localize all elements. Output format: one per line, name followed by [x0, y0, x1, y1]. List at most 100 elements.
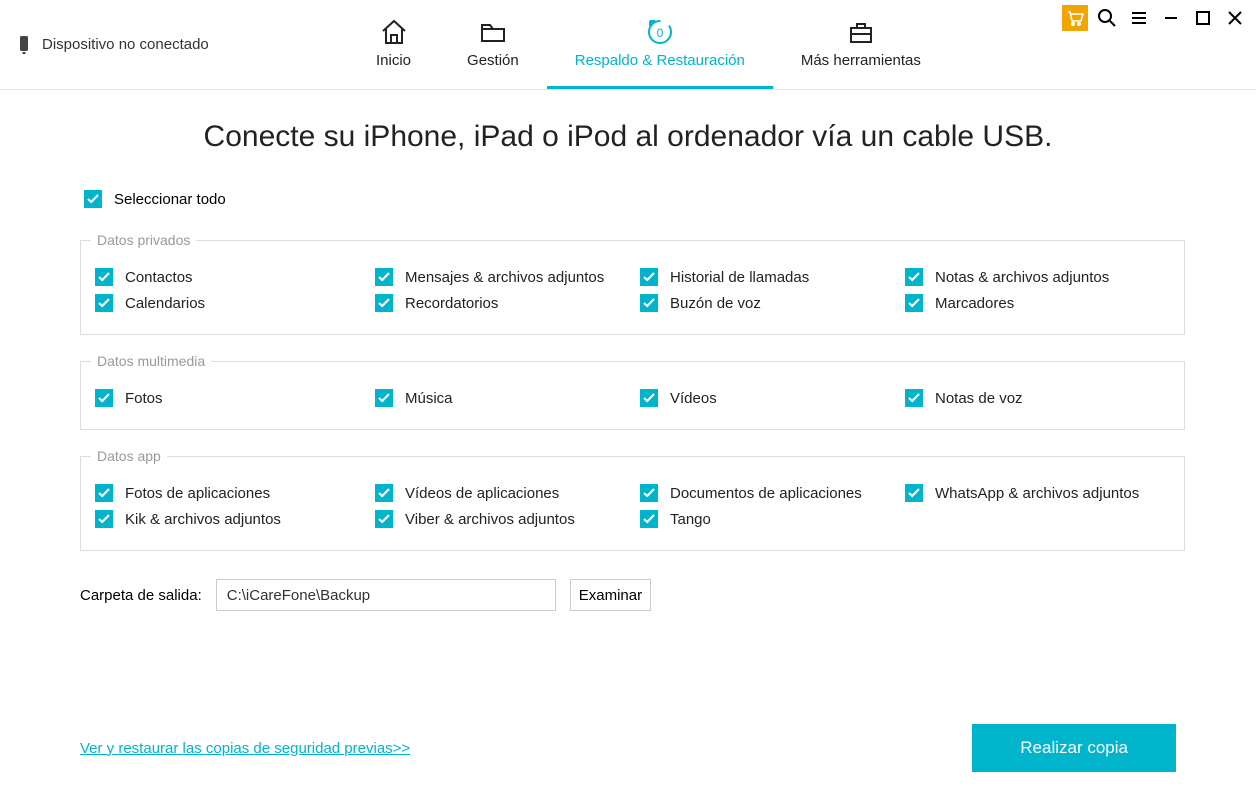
item-checkbox[interactable]	[640, 484, 658, 502]
item-checkbox[interactable]	[905, 268, 923, 286]
close-button[interactable]	[1222, 5, 1248, 31]
checkbox-item: Calendarios	[95, 294, 375, 312]
nav-tabs: Inicio Gestión 0 Respaldo & Restauración…	[348, 0, 949, 89]
group-private-legend: Datos privados	[91, 232, 196, 248]
folder-icon	[478, 18, 508, 46]
window-controls	[1062, 5, 1248, 31]
svg-text:0: 0	[656, 26, 663, 40]
device-status: Dispositivo no conectado	[18, 0, 348, 89]
checkbox-item: Historial de llamadas	[640, 268, 905, 286]
device-icon	[18, 35, 30, 55]
item-label: Recordatorios	[405, 295, 498, 312]
tab-manage-label: Gestión	[467, 52, 519, 69]
item-checkbox[interactable]	[375, 510, 393, 528]
checkbox-item: Mensajes & archivos adjuntos	[375, 268, 640, 286]
footer-row: Ver y restaurar las copias de seguridad …	[80, 724, 1176, 772]
item-label: Historial de llamadas	[670, 269, 809, 286]
checkbox-item: Marcadores	[905, 294, 1170, 312]
page-headline: Conecte su iPhone, iPad o iPod al ordena…	[80, 120, 1176, 154]
checkbox-item: Viber & archivos adjuntos	[375, 510, 640, 528]
item-checkbox[interactable]	[375, 268, 393, 286]
item-label: Contactos	[125, 269, 193, 286]
backup-icon: 0	[645, 18, 675, 46]
tab-manage[interactable]: Gestión	[439, 0, 547, 89]
item-label: Notas de voz	[935, 390, 1023, 407]
do-backup-button[interactable]: Realizar copia	[972, 724, 1176, 772]
minimize-button[interactable]	[1158, 5, 1184, 31]
tab-backup-restore[interactable]: 0 Respaldo & Restauración	[547, 0, 773, 89]
item-label: Fotos de aplicaciones	[125, 485, 270, 502]
search-button[interactable]	[1094, 5, 1120, 31]
checkbox-item: Recordatorios	[375, 294, 640, 312]
browse-button[interactable]: Examinar	[570, 579, 651, 611]
tab-tools[interactable]: Más herramientas	[773, 0, 949, 89]
device-status-text: Dispositivo no conectado	[42, 36, 209, 53]
item-checkbox[interactable]	[905, 484, 923, 502]
group-media: Datos multimedia Fotos Música Vídeos Notas …	[80, 353, 1185, 430]
item-label: Notas & archivos adjuntos	[935, 269, 1109, 286]
top-bar: Dispositivo no conectado Inicio Gestión …	[0, 0, 1256, 90]
item-label: Viber & archivos adjuntos	[405, 511, 575, 528]
content-area: Conecte su iPhone, iPad o iPod al ordena…	[0, 90, 1256, 800]
checkbox-item: WhatsApp & archivos adjuntos	[905, 484, 1170, 502]
checkbox-item: Vídeos	[640, 389, 905, 407]
item-label: Vídeos de aplicaciones	[405, 485, 559, 502]
output-row: Carpeta de salida: Examinar	[80, 579, 1176, 611]
checkbox-item: Buzón de voz	[640, 294, 905, 312]
item-label: Tango	[670, 511, 711, 528]
home-icon	[379, 18, 409, 46]
item-label: Fotos	[125, 390, 163, 407]
item-label: Marcadores	[935, 295, 1014, 312]
checkbox-item: Fotos	[95, 389, 375, 407]
item-checkbox[interactable]	[640, 389, 658, 407]
item-checkbox[interactable]	[95, 294, 113, 312]
cart-button[interactable]	[1062, 5, 1088, 31]
item-checkbox[interactable]	[640, 294, 658, 312]
checkbox-item: Contactos	[95, 268, 375, 286]
item-label: Calendarios	[125, 295, 205, 312]
group-private: Datos privados Contactos Mensajes & archi…	[80, 232, 1185, 335]
checkbox-item: Fotos de aplicaciones	[95, 484, 375, 502]
item-checkbox[interactable]	[95, 510, 113, 528]
select-all-checkbox[interactable]	[84, 190, 102, 208]
item-checkbox[interactable]	[640, 268, 658, 286]
output-label: Carpeta de salida:	[80, 587, 202, 604]
item-label: Documentos de aplicaciones	[670, 485, 862, 502]
checkbox-item: Notas & archivos adjuntos	[905, 268, 1170, 286]
item-checkbox[interactable]	[640, 510, 658, 528]
tab-tools-label: Más herramientas	[801, 52, 921, 69]
item-label: Mensajes & archivos adjuntos	[405, 269, 604, 286]
item-checkbox[interactable]	[905, 294, 923, 312]
item-label: WhatsApp & archivos adjuntos	[935, 485, 1139, 502]
item-label: Música	[405, 390, 453, 407]
checkbox-item: Vídeos de aplicaciones	[375, 484, 640, 502]
restore-previous-link[interactable]: Ver y restaurar las copias de seguridad …	[80, 740, 410, 757]
item-checkbox[interactable]	[95, 268, 113, 286]
item-checkbox[interactable]	[95, 484, 113, 502]
menu-button[interactable]	[1126, 5, 1152, 31]
item-checkbox[interactable]	[375, 389, 393, 407]
checkbox-item: Notas de voz	[905, 389, 1170, 407]
item-label: Vídeos	[670, 390, 717, 407]
item-checkbox[interactable]	[95, 389, 113, 407]
select-all-row: Seleccionar todo	[84, 190, 1176, 208]
item-checkbox[interactable]	[905, 389, 923, 407]
tab-backup-label: Respaldo & Restauración	[575, 52, 745, 69]
item-checkbox[interactable]	[375, 484, 393, 502]
checkbox-item: Tango	[640, 510, 905, 528]
toolbox-icon	[846, 18, 876, 46]
group-app-legend: Datos app	[91, 448, 167, 464]
group-app: Datos app Fotos de aplicaciones Vídeos de…	[80, 448, 1185, 551]
maximize-button[interactable]	[1190, 5, 1216, 31]
checkbox-item: Documentos de aplicaciones	[640, 484, 905, 502]
tab-home[interactable]: Inicio	[348, 0, 439, 89]
item-checkbox[interactable]	[375, 294, 393, 312]
output-path-input[interactable]	[216, 579, 556, 611]
item-label: Kik & archivos adjuntos	[125, 511, 281, 528]
checkbox-item: Kik & archivos adjuntos	[95, 510, 375, 528]
tab-home-label: Inicio	[376, 52, 411, 69]
item-label: Buzón de voz	[670, 295, 761, 312]
group-media-legend: Datos multimedia	[91, 353, 211, 369]
select-all-label: Seleccionar todo	[114, 191, 226, 208]
checkbox-item: Música	[375, 389, 640, 407]
